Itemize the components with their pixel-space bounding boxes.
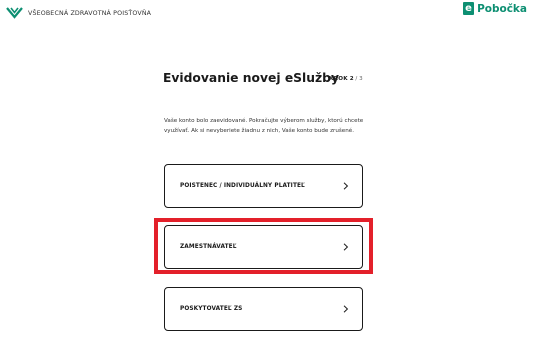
epobocka-e-icon: e (463, 2, 475, 15)
epobocka-text: Pobočka (477, 2, 527, 15)
selection-highlight (154, 218, 373, 274)
vszp-chevron-logo-icon (6, 7, 23, 19)
epobocka-logo[interactable]: e Pobočka (463, 2, 527, 15)
chevron-right-icon (343, 182, 349, 190)
page-title: Evidovanie novej eSlužby (163, 71, 339, 85)
option-poskytovatel-button[interactable]: POSKYTOVATEĽ ZS (164, 287, 363, 331)
option-poistenec-button[interactable]: POISTENEC / INDIVIDUÁLNY PLATITEĽ (164, 164, 363, 208)
step-total: 3 (359, 76, 363, 82)
option-label: POISTENEC / INDIVIDUÁLNY PLATITEĽ (180, 183, 305, 189)
step-label: KROK (329, 76, 348, 82)
logo-text: VŠEOBECNÁ ZDRAVOTNÁ POISŤOVŇA (28, 9, 152, 17)
vszp-logo[interactable]: VŠEOBECNÁ ZDRAVOTNÁ POISŤOVŇA (6, 6, 151, 19)
chevron-right-icon (343, 305, 349, 313)
option-label: POSKYTOVATEĽ ZS (180, 306, 243, 312)
step-indicator: KROK 2 / 3 (329, 76, 363, 82)
info-text: Vaše konto bolo zaevidované. Pokračujte … (164, 118, 364, 134)
